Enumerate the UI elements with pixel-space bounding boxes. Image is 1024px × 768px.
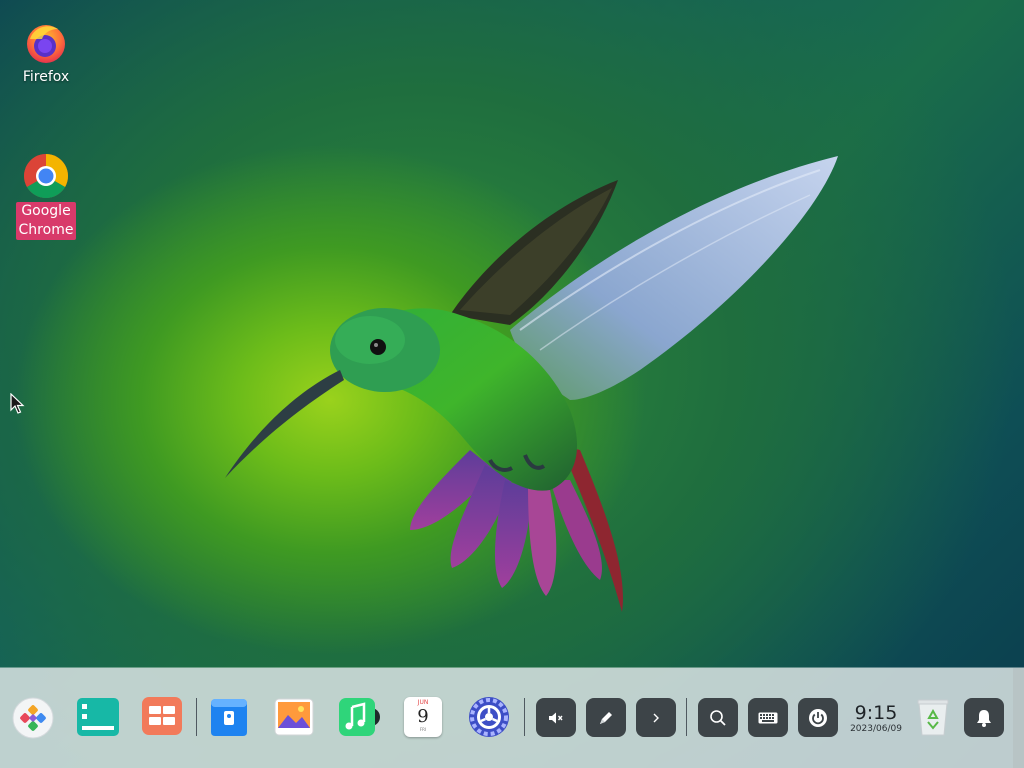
desktop-icon-google-chrome[interactable]: Google Chrome (14, 153, 78, 240)
expand-tray-button[interactable] (636, 698, 676, 737)
dock-separator (524, 698, 525, 736)
launcher-icon (12, 697, 54, 739)
power-button[interactable] (798, 698, 838, 737)
calendar-day: 9 (417, 706, 429, 727)
calendar-weekday: FRI (419, 727, 427, 732)
search-icon (710, 709, 726, 726)
clock-time: 9:15 (854, 702, 898, 724)
multitask-view-icon (77, 698, 119, 736)
dock-separator (686, 698, 687, 736)
image-viewer-button[interactable] (272, 696, 316, 738)
control-center-button[interactable] (468, 696, 510, 738)
dock-separator (196, 698, 197, 736)
pen-icon (600, 711, 612, 724)
draw-tool-button[interactable] (586, 698, 626, 737)
settings-gear-icon (469, 697, 509, 737)
trash-button[interactable] (915, 696, 951, 738)
keyboard-icon (758, 712, 778, 723)
launcher-button[interactable] (11, 696, 55, 740)
app-store-icon (211, 699, 247, 736)
music-button[interactable] (337, 696, 381, 738)
desktop-icon-label: Google Chrome (16, 202, 76, 240)
volume-button[interactable] (536, 698, 576, 737)
dock-edge (1013, 668, 1024, 768)
search-button[interactable] (698, 698, 738, 737)
workspace-grid-icon (142, 697, 182, 735)
chevron-right-icon (653, 713, 659, 722)
multitasking-view-button[interactable] (75, 696, 121, 738)
mouse-cursor (10, 393, 25, 414)
trash-icon (917, 699, 949, 736)
app-store-button[interactable] (208, 696, 250, 738)
chrome-icon (24, 154, 68, 198)
desktop-icon-firefox[interactable]: Firefox (14, 21, 78, 87)
firefox-icon (27, 25, 65, 63)
notifications-button[interactable] (964, 698, 1004, 737)
clock-date: 2023/06/09 (850, 724, 902, 734)
image-viewer-icon (274, 698, 314, 736)
volume-muted-icon (549, 712, 563, 723)
keyboard-button[interactable] (748, 698, 788, 737)
clock[interactable]: 9:15 2023/06/09 (845, 703, 907, 735)
music-icon (339, 698, 380, 736)
calendar-icon: JUN 9 FRI (404, 697, 442, 737)
workspaces-button[interactable] (141, 696, 183, 736)
calendar-button[interactable]: JUN 9 FRI (402, 696, 444, 738)
bell-icon (977, 709, 991, 727)
desktop-icon-label: Firefox (22, 69, 70, 85)
power-icon (809, 708, 827, 727)
wallpaper-hummingbird (225, 156, 838, 612)
